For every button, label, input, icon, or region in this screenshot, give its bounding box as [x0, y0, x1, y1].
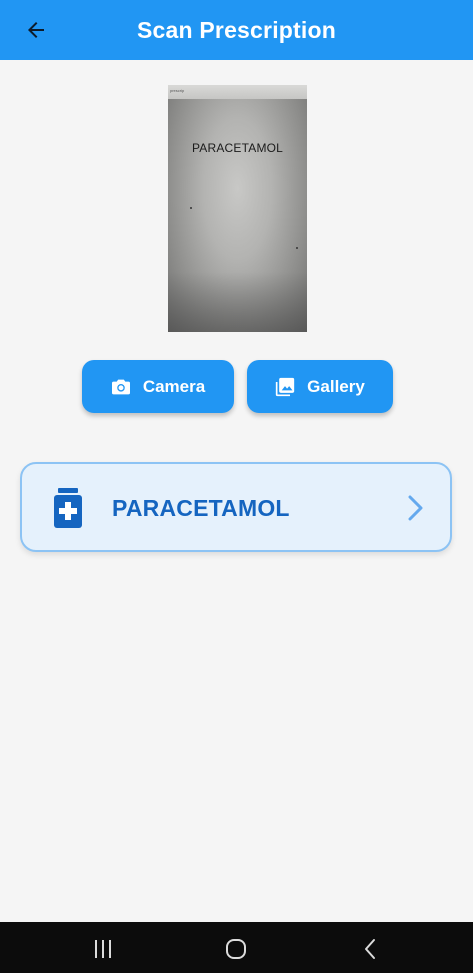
arrow-left-icon — [28, 22, 44, 38]
image-icon — [275, 377, 295, 397]
app-bar: Scan Prescription — [0, 0, 473, 60]
prescription-image-preview: prescrip PARACETAMOL — [168, 85, 307, 332]
preview-header-text: prescrip — [170, 88, 185, 93]
camera-button-label: Camera — [142, 376, 206, 396]
preview-shadow — [168, 272, 307, 332]
medicine-name: PARACETAMOL — [112, 495, 290, 521]
preview-paper-edge — [168, 85, 307, 99]
camera-button[interactable]: Camera — [82, 360, 234, 413]
page-title: Scan Prescription — [137, 16, 336, 43]
system-back-button[interactable] — [355, 934, 385, 964]
medicine-result-card[interactable]: PARACETAMOL — [20, 462, 452, 552]
preview-speck — [296, 247, 298, 249]
back-chevron-icon — [365, 939, 375, 959]
home-button[interactable] — [221, 934, 251, 964]
camera-icon — [111, 378, 131, 396]
system-nav-bar — [0, 922, 473, 973]
back-button[interactable] — [16, 10, 56, 50]
recents-button[interactable] — [88, 934, 118, 964]
preview-detected-text: PARACETAMOL — [191, 141, 284, 155]
gallery-button[interactable]: Gallery — [247, 360, 393, 413]
recents-icon — [95, 940, 111, 958]
gallery-button-label: Gallery — [307, 376, 365, 396]
medicine-bottle-icon — [54, 488, 82, 528]
chevron-right-icon — [408, 495, 423, 521]
preview-speck — [190, 207, 192, 209]
home-icon — [226, 939, 246, 959]
